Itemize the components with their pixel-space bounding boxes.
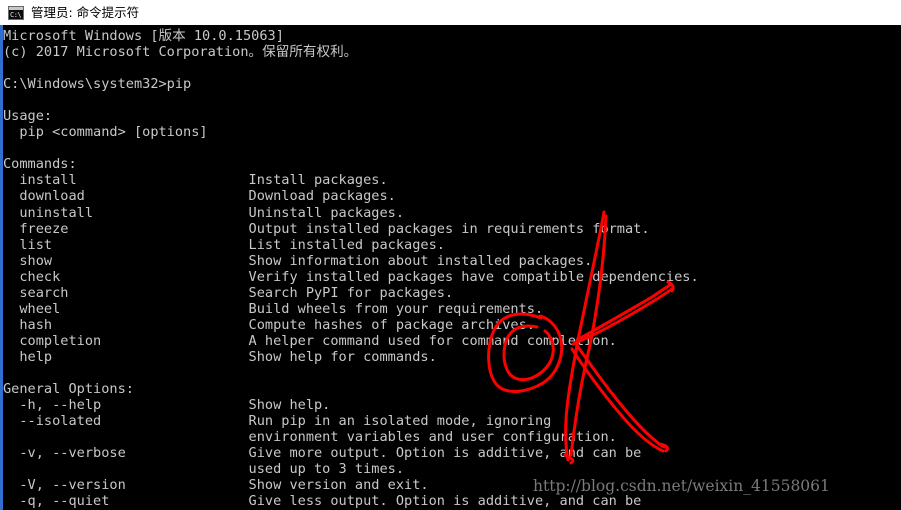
command-prompt-window: C:\ 管理员: 命令提示符 Microsoft Windows [版本 10.… <box>0 0 901 510</box>
console-text-area[interactable]: Microsoft Windows [版本 10.0.15063] (c) 20… <box>3 28 901 510</box>
cmd-icon-glyph: C:\ <box>10 10 22 19</box>
titlebar: C:\ 管理员: 命令提示符 <box>0 0 901 25</box>
terminal-output: Microsoft Windows [版本 10.0.15063] (c) 20… <box>3 28 699 510</box>
window-title: 管理员: 命令提示符 <box>31 5 140 20</box>
console-surface[interactable]: Microsoft Windows [版本 10.0.15063] (c) 20… <box>0 25 901 510</box>
cmd-icon: C:\ <box>8 5 24 20</box>
